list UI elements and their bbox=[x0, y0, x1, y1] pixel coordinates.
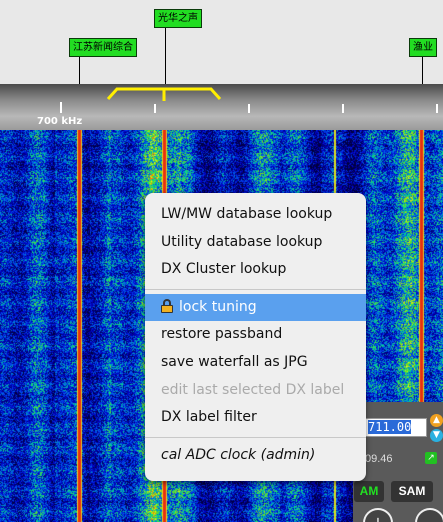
menu-item-lwmw-lookup[interactable]: LW/MW database lookup bbox=[145, 201, 366, 229]
mode-sam-button[interactable]: SAM bbox=[391, 481, 433, 502]
frequency-scale[interactable]: 700 kHz bbox=[0, 84, 443, 130]
control-panel: 711.00 ▲ ▼ 09.46 ↗ AM SAM + − bbox=[353, 402, 443, 522]
arrow-down-icon[interactable]: ▼ bbox=[430, 429, 443, 442]
sdr-receiver-view: 江苏新闻综合 光华之声 渔业 700 kHz 711.00 ▲ ▼ 09.46 … bbox=[0, 0, 443, 522]
menu-item-label: lock tuning bbox=[179, 298, 257, 315]
dx-label-bar: 江苏新闻综合 光华之声 渔业 bbox=[0, 0, 443, 84]
menu-item-save-waterfall[interactable]: save waterfall as JPG bbox=[145, 349, 366, 377]
external-link-icon[interactable]: ↗ bbox=[425, 452, 437, 464]
frequency-input[interactable]: 711.00 bbox=[365, 418, 427, 437]
secondary-frequency: 09.46 bbox=[365, 453, 393, 465]
dx-label-jiangsu[interactable]: 江苏新闻综合 bbox=[69, 38, 137, 57]
dx-label-guanghua[interactable]: 光华之声 bbox=[154, 9, 202, 28]
scale-frequency-label: 700 kHz bbox=[37, 116, 83, 127]
dx-label-stem bbox=[79, 56, 80, 84]
menu-item-lock-tuning[interactable]: lock tuning bbox=[145, 293, 366, 322]
menu-separator bbox=[145, 288, 366, 290]
lock-icon bbox=[161, 298, 173, 313]
zoom-out-icon[interactable]: − bbox=[415, 508, 443, 522]
scale-tick bbox=[436, 104, 438, 113]
context-menu: LW/MW database lookup Utility database l… bbox=[145, 193, 366, 481]
menu-item-dx-label-filter[interactable]: DX label filter bbox=[145, 404, 366, 432]
scale-tick bbox=[342, 104, 344, 113]
menu-item-restore-passband[interactable]: restore passband bbox=[145, 321, 366, 349]
scale-major-tick bbox=[60, 102, 62, 113]
menu-item-utility-lookup[interactable]: Utility database lookup bbox=[145, 229, 366, 257]
menu-item-cal-adc-clock[interactable]: cal ADC clock (admin) bbox=[145, 442, 366, 470]
dx-label-stem bbox=[165, 27, 166, 84]
scale-tick bbox=[154, 104, 156, 113]
scale-tick bbox=[248, 104, 250, 113]
arrow-up-icon[interactable]: ▲ bbox=[430, 414, 443, 427]
mode-am-button[interactable]: AM bbox=[354, 481, 384, 502]
zoom-in-icon[interactable]: + bbox=[363, 508, 393, 522]
menu-item-dx-cluster-lookup[interactable]: DX Cluster lookup bbox=[145, 256, 366, 284]
menu-separator bbox=[145, 436, 366, 438]
menu-item-edit-dx-label: edit last selected DX label bbox=[161, 381, 345, 398]
dx-label-yuye[interactable]: 渔业 bbox=[409, 38, 437, 57]
dx-label-stem bbox=[422, 56, 423, 84]
